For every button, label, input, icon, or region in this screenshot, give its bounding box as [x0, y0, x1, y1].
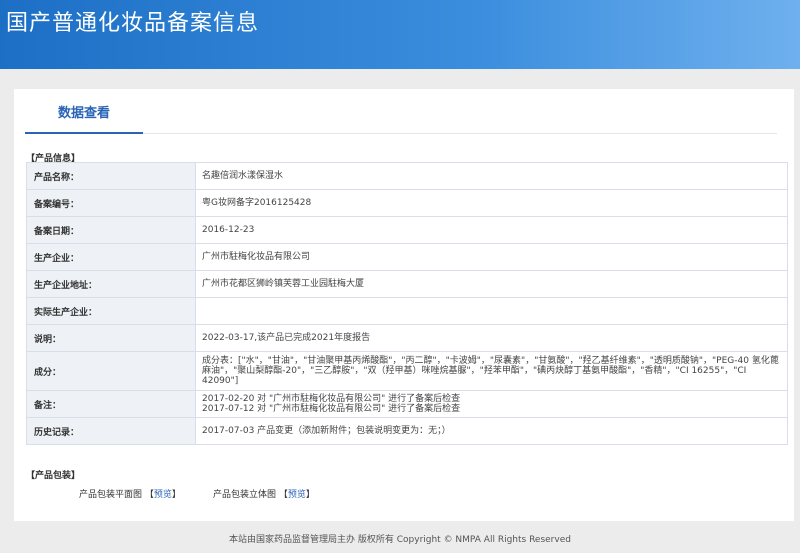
table-row: 产品名称： 名趣倍润水漾保湿水: [26, 162, 788, 190]
package-solid-item: 产品包装立体图 【预览】: [213, 487, 315, 500]
tab-bar: 数据查看: [25, 89, 777, 134]
row-label: 备案日期：: [26, 216, 196, 244]
actual-manufacturer-value: [195, 297, 788, 325]
page-header: 国产普通化妆品备案信息: [0, 0, 800, 69]
package-section-title: 【产品包装】: [26, 471, 81, 481]
table-row: 成分： 成分表：["水"，"甘油"，"甘油聚甲基丙烯酸酯"，"丙二醇"，"卡波姆…: [26, 351, 788, 391]
page-footer: 本站由国家药品监督管理局主办 版权所有 Copyright © NMPA All…: [229, 535, 571, 545]
manufacturer-address-value: 广州市花都区狮岭镇芙蓉工业园駐梅大厦: [195, 270, 788, 298]
bracket: 】: [171, 490, 181, 500]
solid-preview-link[interactable]: 预览: [288, 490, 306, 500]
bracket: 】: [305, 490, 315, 500]
ingredients-value: 成分表：["水"，"甘油"，"甘油聚甲基丙烯酸酯"，"丙二醇"，"卡波姆"，"尿…: [195, 351, 788, 391]
package-flat-item: 产品包装平面图 【预览】: [79, 487, 181, 500]
table-row: 生产企业地址： 广州市花都区狮岭镇芙蓉工业园駐梅大厦: [26, 270, 788, 298]
manufacturer-value: 广州市駐梅化妆品有限公司: [195, 243, 788, 271]
row-label: 备注：: [26, 390, 196, 418]
row-label: 说明：: [26, 324, 196, 352]
remark-line: 2017-02-20 对 "广州市駐梅化妆品有限公司" 进行了备案后检查: [202, 394, 461, 404]
package-solid-label: 产品包装立体图: [213, 490, 277, 500]
package-flat-label: 产品包装平面图: [79, 490, 143, 500]
registration-number-value: 粤G妆网备字2016125428: [195, 189, 788, 217]
flat-preview-link[interactable]: 预览: [154, 490, 172, 500]
table-row: 备案编号： 粤G妆网备字2016125428: [26, 189, 788, 217]
bracket: 【: [144, 490, 154, 500]
table-row: 说明： 2022-03-17,该产品已完成2021年度报告: [26, 324, 788, 352]
row-label: 成分：: [26, 351, 196, 391]
tab-data-view[interactable]: 数据查看: [25, 104, 143, 134]
remarks-value: 2017-02-20 对 "广州市駐梅化妆品有限公司" 进行了备案后检查 201…: [195, 390, 788, 418]
page-title: 国产普通化妆品备案信息: [6, 11, 260, 36]
table-row: 实际生产企业：: [26, 297, 788, 325]
table-row: 备注： 2017-02-20 对 "广州市駐梅化妆品有限公司" 进行了备案后检查…: [26, 390, 788, 418]
content-panel: 数据查看 【产品信息】 产品名称： 名趣倍润水漾保湿水 备案编号： 粤G妆网备字…: [14, 89, 794, 521]
description-value: 2022-03-17,该产品已完成2021年度报告: [195, 324, 788, 352]
table-row: 备案日期： 2016-12-23: [26, 216, 788, 244]
row-label: 历史记录：: [26, 417, 196, 445]
row-label: 生产企业：: [26, 243, 196, 271]
bracket: 【: [278, 490, 288, 500]
row-label: 备案编号：: [26, 189, 196, 217]
product-info-table: 产品名称： 名趣倍润水漾保湿水 备案编号： 粤G妆网备字2016125428 备…: [26, 162, 788, 445]
row-label: 实际生产企业：: [26, 297, 196, 325]
registration-date-value: 2016-12-23: [195, 216, 788, 244]
product-name-value: 名趣倍润水漾保湿水: [195, 162, 788, 190]
row-label: 生产企业地址：: [26, 270, 196, 298]
table-row: 生产企业： 广州市駐梅化妆品有限公司: [26, 243, 788, 271]
history-value: 2017-07-03 产品变更（添加新附件；包装说明变更为：无；）: [195, 417, 788, 445]
row-label: 产品名称：: [26, 162, 196, 190]
remark-line: 2017-07-12 对 "广州市駐梅化妆品有限公司" 进行了备案后检查: [202, 404, 461, 414]
table-row: 历史记录： 2017-07-03 产品变更（添加新附件；包装说明变更为：无；）: [26, 417, 788, 445]
